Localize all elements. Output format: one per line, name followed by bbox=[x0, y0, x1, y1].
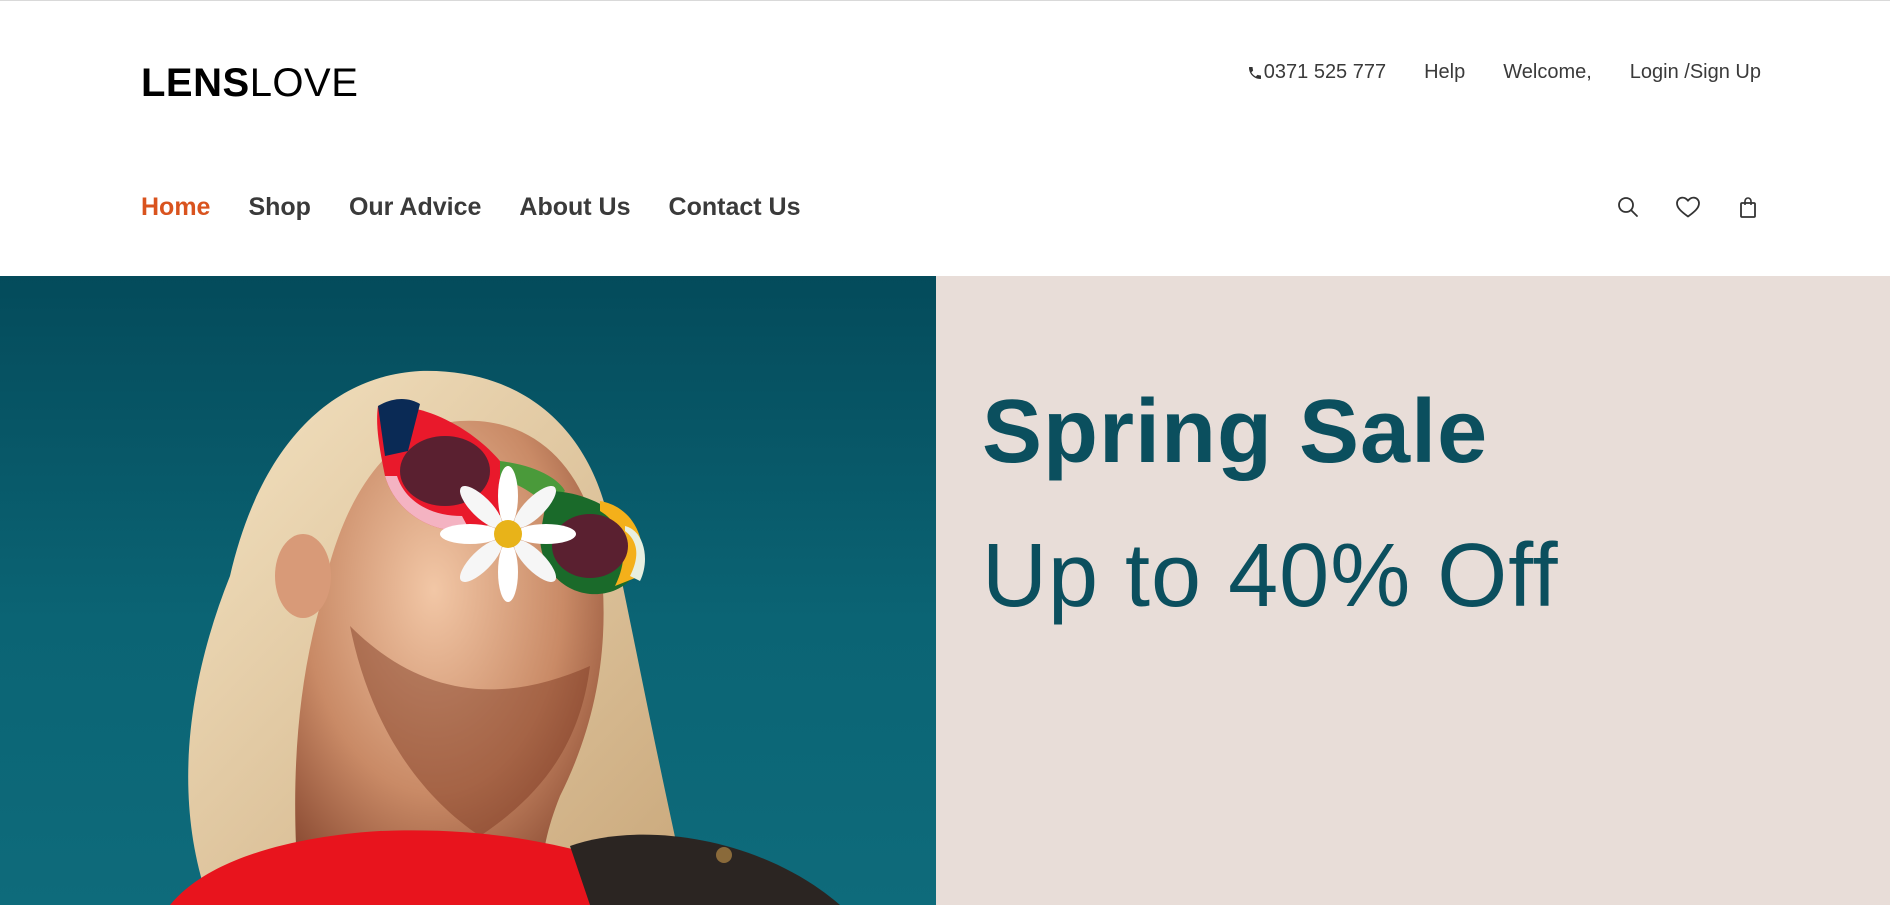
hero-title: Spring Sale bbox=[982, 382, 1489, 482]
hero-promo: Spring Sale Up to 40% Off bbox=[936, 276, 1890, 905]
hero-image bbox=[0, 276, 936, 905]
cart-button[interactable] bbox=[1735, 194, 1761, 220]
jacket-shape bbox=[570, 834, 840, 905]
nav-item-shop[interactable]: Shop bbox=[248, 193, 311, 222]
brand-logo[interactable]: LENSLOVE bbox=[141, 61, 358, 106]
heart-icon bbox=[1676, 196, 1700, 218]
login-signup-link[interactable]: Login /Sign Up bbox=[1630, 61, 1761, 84]
nav-item-our-advice[interactable]: Our Advice bbox=[349, 193, 481, 222]
header-icons bbox=[1615, 194, 1761, 220]
main-nav: Home Shop Our Advice About Us Contact Us bbox=[141, 193, 839, 222]
site-header: LENSLOVE 0371 525 777 Help Welcome, Logi… bbox=[0, 1, 1890, 276]
nav-item-contact-us[interactable]: Contact Us bbox=[669, 193, 801, 222]
welcome-text: Welcome, bbox=[1503, 61, 1592, 83]
woman-sunglasses-daisy-photo bbox=[170, 370, 840, 905]
nav-item-about-us[interactable]: About Us bbox=[519, 193, 630, 222]
hero-subtitle: Up to 40% Off bbox=[982, 526, 1559, 626]
search-icon bbox=[1618, 197, 1638, 217]
help-link[interactable]: Help bbox=[1424, 61, 1465, 84]
phone-icon bbox=[1248, 66, 1261, 79]
search-button[interactable] bbox=[1615, 194, 1641, 220]
phone-number: 0371 525 777 bbox=[1263, 61, 1387, 83]
logo-light-text: LOVE bbox=[249, 61, 359, 105]
shopping-bag-icon bbox=[1740, 197, 1756, 218]
phone-link[interactable]: 0371 525 777 bbox=[1247, 61, 1386, 84]
wishlist-button[interactable] bbox=[1675, 194, 1701, 220]
logo-bold-text: LENS bbox=[141, 61, 250, 105]
nav-item-home[interactable]: Home bbox=[141, 193, 210, 222]
utility-bar: 0371 525 777 Help Welcome, Login /Sign U… bbox=[1247, 61, 1761, 84]
